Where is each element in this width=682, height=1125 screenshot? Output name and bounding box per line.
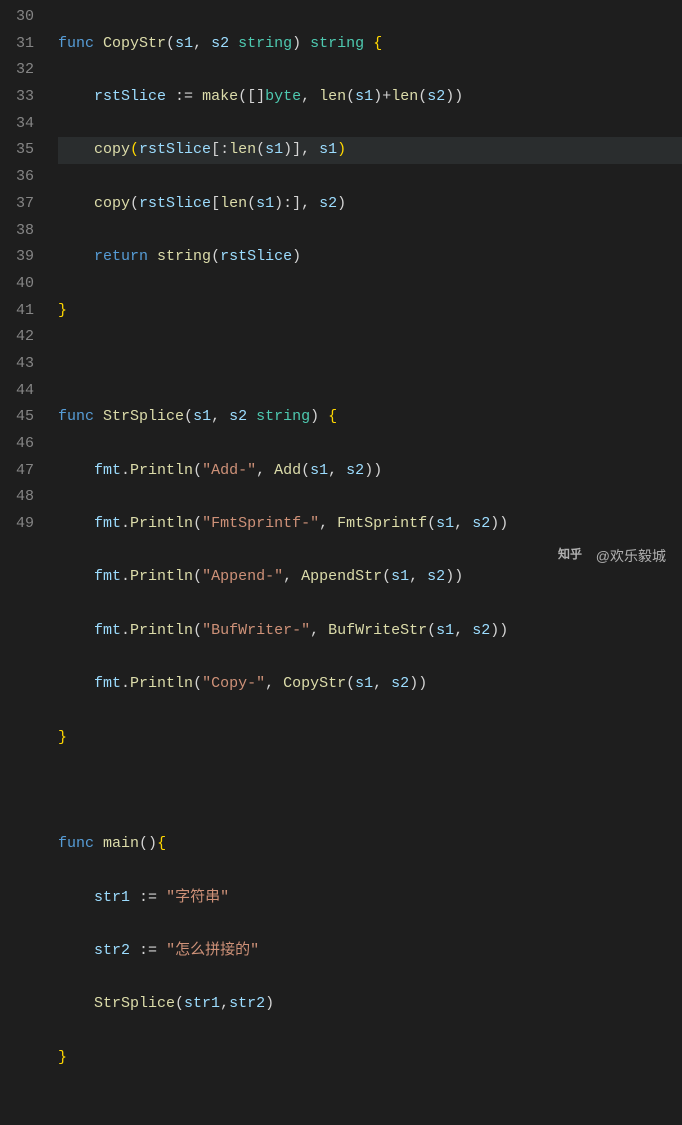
line-number: 32 [10, 57, 34, 84]
line-number: 34 [10, 111, 34, 138]
line-number: 42 [10, 324, 34, 351]
line-number: 46 [10, 431, 34, 458]
code-line[interactable]: } [58, 298, 682, 325]
line-number: 47 [10, 458, 34, 485]
svg-text:知乎: 知乎 [558, 547, 582, 561]
line-number: 41 [10, 298, 34, 325]
code-line[interactable]: StrSplice(str1,str2) [58, 991, 682, 1018]
code-line[interactable]: } [58, 1045, 682, 1072]
code-line[interactable]: fmt.Println("BufWriter-", BufWriteStr(s1… [58, 618, 682, 645]
code-line[interactable] [58, 351, 682, 378]
code-editor: 30 31 32 33 34 35 36 37 38 39 40 41 42 4… [0, 0, 682, 579]
line-number: 48 [10, 484, 34, 511]
line-number: 30 [10, 4, 34, 31]
code-area[interactable]: func CopyStr(s1, s2 string) string { rst… [50, 0, 682, 579]
watermark-text: @欢乐毅城 [596, 544, 666, 569]
watermark: 知乎 @欢乐毅城 [558, 544, 666, 569]
line-number-gutter: 30 31 32 33 34 35 36 37 38 39 40 41 42 4… [0, 0, 50, 579]
code-line[interactable]: fmt.Println("Copy-", CopyStr(s1, s2)) [58, 671, 682, 698]
line-number: 35 [10, 137, 34, 164]
line-number: 36 [10, 164, 34, 191]
line-number: 45 [10, 404, 34, 431]
line-number: 39 [10, 244, 34, 271]
code-line[interactable]: return string(rstSlice) [58, 244, 682, 271]
line-number: 37 [10, 191, 34, 218]
code-line[interactable] [58, 778, 682, 805]
code-line[interactable]: str2 := "怎么拼接的" [58, 938, 682, 965]
code-line[interactable]: fmt.Println("Add-", Add(s1, s2)) [58, 458, 682, 485]
line-number: 49 [10, 511, 34, 538]
zhihu-logo-icon: 知乎 [558, 544, 588, 569]
line-number: 38 [10, 218, 34, 245]
code-line[interactable]: func CopyStr(s1, s2 string) string { [58, 31, 682, 58]
code-line[interactable]: } [58, 725, 682, 752]
line-number: 43 [10, 351, 34, 378]
code-line-highlighted[interactable]: copy(rstSlice[:len(s1)], s1) [58, 137, 682, 164]
line-number: 40 [10, 271, 34, 298]
line-number: 44 [10, 378, 34, 405]
code-line[interactable]: func main(){ [58, 831, 682, 858]
code-line[interactable]: str1 := "字符串" [58, 885, 682, 912]
line-number: 33 [10, 84, 34, 111]
code-line[interactable]: func StrSplice(s1, s2 string) { [58, 404, 682, 431]
line-number: 31 [10, 31, 34, 58]
code-line[interactable]: rstSlice := make([]byte, len(s1)+len(s2)… [58, 84, 682, 111]
code-line[interactable]: fmt.Println("FmtSprintf-", FmtSprintf(s1… [58, 511, 682, 538]
code-line[interactable]: copy(rstSlice[len(s1):], s2) [58, 191, 682, 218]
